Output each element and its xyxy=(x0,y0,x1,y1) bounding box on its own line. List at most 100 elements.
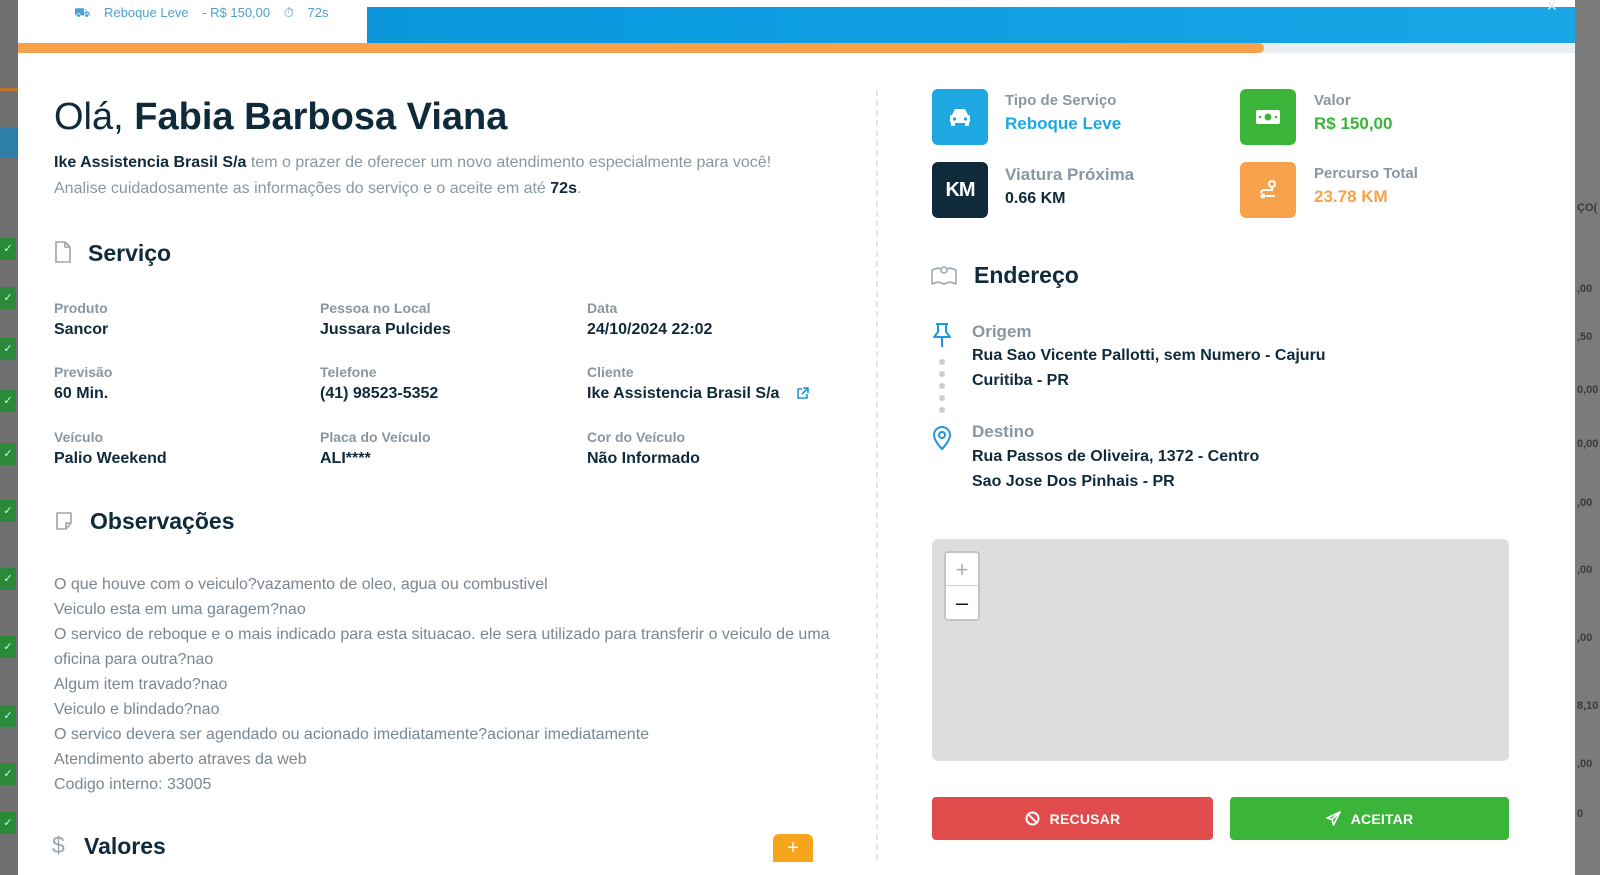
nearby-vehicle-value: 0.66 KM xyxy=(1005,190,1066,207)
field-label: Cor do Veículo xyxy=(587,429,686,445)
route-dot xyxy=(939,407,945,413)
pin-icon xyxy=(933,323,951,347)
field-value: Ike Assistencia Brasil S/a xyxy=(587,385,847,403)
truck-icon: ⛟ xyxy=(74,5,91,20)
client-name: Ike Assistencia Brasil S/a xyxy=(587,385,780,402)
user-name: Fabia Barbosa Viana xyxy=(134,96,508,138)
field-label: Produto xyxy=(54,300,108,316)
intro-text: Ike Assistencia Brasil S/a tem o prazer … xyxy=(54,150,854,202)
field-value: Sancor xyxy=(54,321,109,338)
background-value: ,00 xyxy=(1577,564,1593,576)
price-label: Valor xyxy=(1314,92,1351,109)
field-label: Previsão xyxy=(54,364,113,380)
background-check-icon: ✓ xyxy=(0,636,16,658)
zoom-out-button[interactable]: – xyxy=(946,586,978,619)
service-type-value: Reboque Leve xyxy=(1005,114,1122,133)
nearby-vehicle-label: Viatura Próxima xyxy=(1005,165,1135,184)
field-label: Cliente xyxy=(587,364,634,380)
background-value: 0,00 xyxy=(1577,438,1599,450)
field-value: 60 Min. xyxy=(54,385,109,402)
route-map[interactable]: + – xyxy=(932,539,1509,761)
external-link-icon[interactable] xyxy=(796,387,809,400)
field-data: Data 24/10/2024 22:02 xyxy=(587,300,847,339)
field-label: Pessoa no Local xyxy=(320,300,431,316)
note-icon xyxy=(56,512,72,530)
background-check-icon: ✓ xyxy=(0,338,16,360)
route-tile xyxy=(1240,162,1296,218)
timer-progress-fill xyxy=(18,43,1264,53)
background-value: ,00 xyxy=(1577,497,1593,509)
origin-street: Rua Sao Vicente Pallotti, sem Numero - C… xyxy=(972,347,1326,364)
car-icon xyxy=(950,109,970,126)
ban-icon xyxy=(1025,811,1040,826)
price-tile xyxy=(1240,89,1296,145)
refuse-button[interactable]: RECUSAR xyxy=(932,797,1213,840)
route-dot xyxy=(939,371,945,377)
observation-line: Algum item travado?nao xyxy=(54,676,228,693)
money-icon xyxy=(1256,110,1280,124)
price-value: R$ 150,00 xyxy=(1314,114,1393,133)
add-value-button[interactable]: + xyxy=(773,834,813,862)
map-zoom-control: + – xyxy=(944,551,980,621)
background-check-icon: ✓ xyxy=(0,705,16,727)
background-check-icon: ✓ xyxy=(0,763,16,785)
background-value: ,00 xyxy=(1577,283,1593,295)
field-value: Não Informado xyxy=(587,450,700,467)
field-value: Jussara Pulcides xyxy=(320,321,451,338)
refuse-button-label: RECUSAR xyxy=(1049,810,1121,827)
background-check-icon: ✓ xyxy=(0,812,16,834)
intro-timer: 72s xyxy=(550,180,577,197)
page-title: Olá, Fabia Barbosa Viana xyxy=(54,96,507,139)
observation-line: Veiculo esta em uma garagem?nao xyxy=(54,601,306,618)
destination-label: Destino xyxy=(972,422,1035,441)
background-value: 0 xyxy=(1577,808,1584,820)
destination-city: Sao Jose Dos Pinhais - PR xyxy=(972,473,1175,490)
address-section-title: Endereço xyxy=(974,262,1079,288)
clock-icon: ⏱ xyxy=(283,5,294,20)
zoom-in-button[interactable]: + xyxy=(946,553,978,586)
background-value: ,50 xyxy=(1577,331,1593,343)
observation-line: Veiculo e blindado?nao xyxy=(54,701,220,718)
field-veiculo: Veículo Palio Weekend xyxy=(54,429,314,468)
observations-text: O que houve com o veiculo?vazamento de o… xyxy=(54,572,844,797)
field-pessoa-no-local: Pessoa no Local Jussara Pulcides xyxy=(320,300,580,339)
values-section-title: Valores xyxy=(84,833,166,859)
observation-line: O servico devera ser agendado ou acionad… xyxy=(54,726,650,743)
service-type-label: Tipo de Serviço xyxy=(1005,92,1117,109)
timer-progress-bar xyxy=(18,43,1575,53)
background-value: ,00 xyxy=(1577,758,1593,770)
column-divider xyxy=(876,90,878,860)
header-service-text: Reboque Leve xyxy=(103,5,189,20)
observation-line: Atendimento aberto atraves da web xyxy=(54,751,307,768)
close-icon[interactable]: ✕ xyxy=(1546,0,1558,15)
document-icon xyxy=(55,241,71,263)
background-check-icon: ✓ xyxy=(0,390,16,412)
service-offer-modal: ⛟ Reboque Leve - R$ 150,00 ⏱ 72s ✕ Olá, … xyxy=(18,0,1575,875)
total-route-label: Percurso Total xyxy=(1314,165,1418,182)
accept-button[interactable]: ACEITAR xyxy=(1230,797,1509,840)
route-icon xyxy=(1260,180,1276,199)
field-produto: Produto Sancor xyxy=(54,300,314,339)
observation-line: O que houve com o veiculo?vazamento de o… xyxy=(54,576,548,593)
intro-end: . xyxy=(576,180,582,197)
field-value: 24/10/2024 22:02 xyxy=(587,321,713,338)
field-value: (41) 98523-5352 xyxy=(320,385,439,402)
field-telefone: Telefone (41) 98523-5352 xyxy=(320,364,580,403)
field-label: Placa do Veículo xyxy=(320,429,431,445)
accept-button-label: ACEITAR xyxy=(1350,810,1414,827)
service-type-tile xyxy=(932,89,988,145)
modal-header-tab[interactable]: ⛟ Reboque Leve - R$ 150,00 ⏱ 72s xyxy=(18,5,367,43)
field-placa: Placa do Veículo ALI**** xyxy=(320,429,580,468)
field-cor: Cor do Veículo Não Informado xyxy=(587,429,847,468)
background-value: 0,00 xyxy=(1577,384,1599,396)
observation-line: O servico de reboque e o mais indicado p… xyxy=(54,626,830,668)
background-tab xyxy=(0,128,18,158)
field-label: Veículo xyxy=(54,429,104,445)
observations-section-title: Observações xyxy=(90,508,235,534)
background-check-icon: ✓ xyxy=(0,443,16,465)
field-label: Data xyxy=(587,300,618,316)
origin-label: Origem xyxy=(972,322,1032,341)
greeting-prefix: Olá, xyxy=(54,96,124,138)
map-icon xyxy=(931,266,957,285)
total-route-value: 23.78 KM xyxy=(1314,187,1388,206)
